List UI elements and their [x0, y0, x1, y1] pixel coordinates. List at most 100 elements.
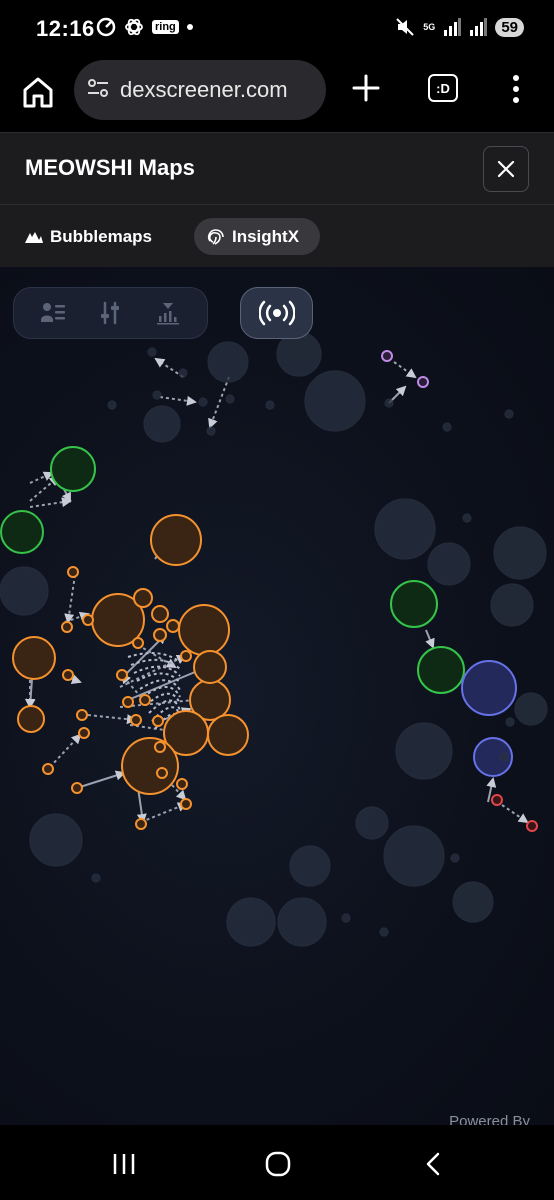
holder-bubble[interactable] [193, 650, 227, 684]
holder-bubble[interactable] [130, 714, 142, 726]
holder-bubble[interactable] [42, 763, 54, 775]
network-5g-icon: 5G [423, 21, 436, 32]
filters-button[interactable] [93, 296, 127, 330]
holder-bubble-inactive[interactable] [379, 927, 389, 937]
holder-bubble-inactive[interactable] [384, 398, 394, 408]
source-tabs: Bubblemaps InsightX [0, 205, 554, 267]
holder-bubble-inactive[interactable] [289, 845, 331, 887]
holder-bubble[interactable] [180, 650, 192, 662]
holder-bubble-inactive[interactable] [265, 400, 275, 410]
holder-bubble[interactable] [381, 350, 393, 362]
holder-bubble[interactable] [178, 604, 230, 656]
holder-bubble[interactable] [152, 715, 164, 727]
holder-bubble-inactive[interactable] [493, 526, 547, 580]
holder-bubble[interactable] [176, 778, 188, 790]
holder-bubble-inactive[interactable] [206, 426, 216, 436]
holder-bubble-inactive[interactable] [0, 566, 49, 616]
holder-bubble-inactive[interactable] [427, 542, 471, 586]
holder-bubble-inactive[interactable] [374, 498, 436, 560]
holder-bubble[interactable] [132, 637, 144, 649]
holder-bubble-inactive[interactable] [452, 881, 494, 923]
holder-bubble-inactive[interactable] [355, 806, 389, 840]
holder-bubble[interactable] [0, 510, 44, 554]
holder-bubble[interactable] [82, 614, 94, 626]
holder-bubble[interactable] [133, 588, 153, 608]
holder-bubble[interactable] [156, 767, 168, 779]
system-back-button[interactable] [414, 1147, 454, 1181]
holder-bubble[interactable] [12, 636, 56, 680]
holder-bubble[interactable] [62, 669, 74, 681]
holder-bubble-inactive[interactable] [499, 752, 509, 762]
holder-bubble-inactive[interactable] [505, 717, 515, 727]
holder-bubble[interactable] [461, 660, 517, 716]
holder-bubble[interactable] [151, 605, 169, 623]
holder-bubble-inactive[interactable] [395, 722, 453, 780]
holder-bubble[interactable] [139, 694, 151, 706]
holder-bubble-inactive[interactable] [226, 897, 276, 947]
holder-bubble-inactive[interactable] [147, 347, 157, 357]
holder-bubble-inactive[interactable] [225, 394, 235, 404]
holder-bubble[interactable] [150, 514, 202, 566]
holder-bubble[interactable] [76, 709, 88, 721]
holder-bubble[interactable] [390, 580, 438, 628]
holder-bubble[interactable] [491, 794, 503, 806]
holder-bubble-inactive[interactable] [304, 370, 366, 432]
new-tab-button[interactable] [348, 70, 384, 106]
wallet-list-button[interactable] [36, 296, 70, 330]
holder-bubble[interactable] [78, 727, 90, 739]
holder-bubble-inactive[interactable] [341, 913, 351, 923]
tab-bubblemaps[interactable]: Bubblemaps [22, 218, 154, 255]
holder-bubble-inactive[interactable] [442, 422, 452, 432]
holder-bubble-inactive[interactable] [91, 873, 101, 883]
holder-bubble-inactive[interactable] [462, 513, 472, 523]
holder-bubble[interactable] [207, 714, 249, 756]
holder-bubble[interactable] [135, 818, 147, 830]
holder-bubble-inactive[interactable] [152, 390, 162, 400]
holder-bubble-inactive[interactable] [178, 368, 188, 378]
holder-bubble-inactive[interactable] [29, 813, 83, 867]
holder-bubble[interactable] [116, 669, 128, 681]
tab-switcher-button[interactable]: :D [428, 74, 458, 102]
holder-bubble-inactive[interactable] [383, 825, 445, 887]
more-vertical-icon [513, 75, 519, 103]
holder-bubble-inactive[interactable] [450, 853, 460, 863]
openai-icon [124, 17, 144, 37]
holder-bubble[interactable] [417, 646, 465, 694]
holder-bubble-inactive[interactable] [504, 409, 514, 419]
tab-switcher-label: :D [436, 80, 450, 96]
holder-bubble-inactive[interactable] [490, 583, 534, 627]
holder-bubble-inactive[interactable] [107, 400, 117, 410]
tab-insightx[interactable]: InsightX [194, 218, 320, 255]
holder-bubble[interactable] [180, 798, 192, 810]
holder-bubble[interactable] [166, 619, 180, 633]
close-button[interactable] [483, 146, 529, 192]
holder-bubble[interactable] [67, 566, 79, 578]
browser-menu-button[interactable] [506, 72, 526, 106]
holder-bubble[interactable] [121, 737, 179, 795]
holder-bubble[interactable] [154, 741, 166, 753]
browser-home-button[interactable] [18, 72, 58, 112]
holder-bubble[interactable] [417, 376, 429, 388]
bubble-map[interactable]: Powered By [0, 267, 554, 1125]
map-header: MEOWSHI Maps [0, 132, 554, 205]
site-settings-icon[interactable] [86, 76, 110, 105]
bubble-map-graph[interactable] [0, 267, 554, 1125]
recent-apps-button[interactable] [104, 1147, 144, 1181]
holder-bubble-inactive[interactable] [143, 405, 181, 443]
holder-bubble-inactive[interactable] [198, 397, 208, 407]
holder-bubble[interactable] [61, 621, 73, 633]
live-broadcast-button[interactable] [240, 287, 313, 339]
recent-apps-icon [113, 1154, 135, 1174]
timeline-button[interactable] [151, 296, 185, 330]
holder-bubble[interactable] [153, 628, 167, 642]
holder-bubble[interactable] [50, 446, 96, 492]
holder-bubble-inactive[interactable] [207, 341, 249, 383]
address-bar[interactable]: dexscreener.com [74, 60, 326, 120]
holder-bubble[interactable] [122, 696, 134, 708]
system-home-button[interactable] [258, 1147, 298, 1181]
holder-bubble[interactable] [526, 820, 538, 832]
holder-bubble-inactive[interactable] [514, 692, 548, 726]
holder-bubble[interactable] [17, 705, 45, 733]
holder-bubble-inactive[interactable] [277, 897, 327, 947]
holder-bubble[interactable] [71, 782, 83, 794]
